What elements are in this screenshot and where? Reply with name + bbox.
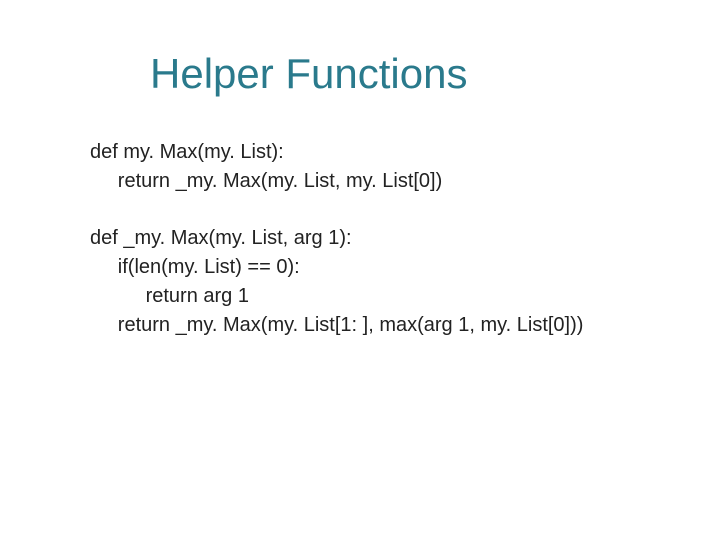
code-line: return _my. Max(my. List[1: ], max(arg 1… [90,311,650,340]
slide-title: Helper Functions [150,50,650,98]
code-line: return _my. Max(my. List, my. List[0]) [90,167,650,196]
code-line: return arg 1 [90,282,650,311]
code-line: def my. Max(my. List): [90,138,650,167]
slide-content: Helper Functions def my. Max(my. List): … [0,0,720,540]
code-line: if(len(my. List) == 0): [90,253,650,282]
code-line: def _my. Max(my. List, arg 1): [90,224,650,253]
code-block: def my. Max(my. List): return _my. Max(m… [90,138,650,340]
